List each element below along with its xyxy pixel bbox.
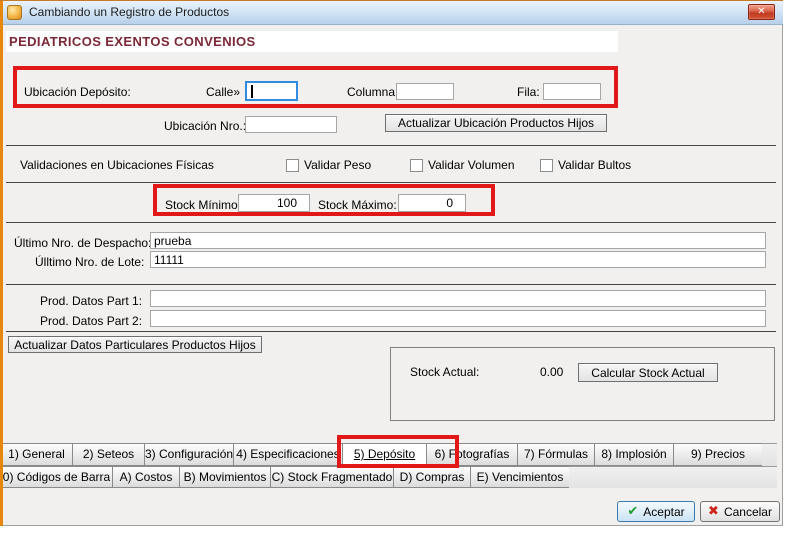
divider	[6, 331, 776, 332]
datos-part2-input[interactable]	[150, 310, 766, 327]
stock-maximo-label: Stock Máximo:	[318, 198, 397, 212]
columna-label: Columna:	[347, 85, 398, 99]
stock-minimo-label: Stock Mínimo:	[165, 198, 241, 212]
title-bar[interactable]: Cambiando un Registro de Productos	[0, 0, 783, 25]
product-name-field: PEDIATRICOS EXENTOS CONVENIOS	[6, 31, 618, 52]
validar-volumen-checkbox[interactable]	[410, 159, 423, 172]
divider	[6, 284, 776, 285]
tab-formulas[interactable]: 7) Fórmulas	[517, 443, 595, 466]
tab-implosion[interactable]: 8) Implosión	[594, 443, 674, 466]
tab-costos[interactable]: A) Costos	[112, 466, 180, 488]
lote-label: Úlltimo Nro. de Lote:	[35, 255, 144, 269]
window-edge-highlight	[0, 0, 3, 526]
cancelar-button[interactable]: ✖ Cancelar	[700, 501, 780, 522]
fila-label: Fila:	[517, 85, 540, 99]
tab-vencimientos[interactable]: E) Vencimientos	[470, 466, 570, 488]
product-name: PEDIATRICOS EXENTOS CONVENIOS	[6, 31, 618, 52]
validar-volumen-label: Validar Volumen	[428, 158, 515, 172]
aceptar-label: Aceptar	[643, 505, 684, 519]
despacho-label: Último Nro. de Despacho:	[14, 236, 151, 250]
validar-bultos-label: Validar Bultos	[558, 158, 631, 172]
lote-input[interactable]	[150, 251, 766, 268]
close-icon: ✕	[757, 6, 765, 17]
accept-check-icon: ✔	[627, 504, 638, 519]
actualizar-datos-button[interactable]: Actualizar Datos Particulares Productos …	[8, 336, 262, 353]
screen: Cambiando un Registro de Productos ✕ PED…	[0, 0, 797, 537]
tab-stock-fragmentado[interactable]: C) Stock Fragmentado	[270, 466, 394, 488]
tab-compras[interactable]: D) Compras	[393, 466, 471, 488]
cancel-x-icon: ✖	[708, 504, 719, 519]
tab-precios[interactable]: 9) Precios	[673, 443, 763, 466]
tab-codigos-de-barra[interactable]: 0) Códigos de Barra	[0, 466, 113, 488]
ubicacion-deposito-label: Ubicación Depósito:	[24, 85, 131, 99]
stock-actual-value: 0.00	[540, 365, 563, 379]
cancelar-label: Cancelar	[724, 505, 772, 519]
columna-input[interactable]	[396, 83, 454, 100]
ubicacion-nro-label: Ubicación Nro.:	[164, 119, 246, 133]
validar-bultos-checkbox[interactable]	[540, 159, 553, 172]
tab-deposito[interactable]: 5) Depósito	[342, 443, 427, 466]
calle-label: Calle»	[206, 85, 240, 99]
aceptar-button[interactable]: ✔ Aceptar	[617, 501, 695, 522]
calcular-stock-button[interactable]: Calcular Stock Actual	[578, 363, 718, 382]
close-button[interactable]: ✕	[748, 4, 775, 20]
tab-row-2: 0) Códigos de Barra A) Costos B) Movimie…	[0, 466, 777, 488]
validaciones-title: Validaciones en Ubicaciones Físicas	[20, 158, 214, 172]
tab-seteos[interactable]: 2) Seteos	[72, 443, 145, 466]
divider	[6, 222, 776, 223]
tab-fotografias[interactable]: 6) Fotografías	[426, 443, 518, 466]
actualizar-ubicacion-button[interactable]: Actualizar Ubicación Productos Hijos	[385, 114, 607, 132]
tab-especificaciones[interactable]: 4) Especificaciones	[233, 443, 343, 466]
text-caret	[251, 85, 253, 98]
window-top-border	[0, 0, 783, 1]
datos-part2-label: Prod. Datos Part 2:	[40, 314, 142, 328]
tab-strip-filler	[762, 443, 777, 466]
stock-actual-label: Stock Actual:	[410, 365, 479, 379]
validar-peso-checkbox[interactable]	[286, 159, 299, 172]
divider	[6, 145, 776, 146]
stock-actual-groupbox	[390, 347, 775, 421]
despacho-input[interactable]	[150, 232, 766, 249]
dialog-window: Cambiando un Registro de Productos ✕ PED…	[0, 0, 783, 526]
stock-maximo-input[interactable]	[398, 194, 466, 212]
app-icon	[7, 5, 22, 20]
tab-general[interactable]: 1) General	[0, 443, 73, 466]
validar-peso-label: Validar Peso	[304, 158, 371, 172]
datos-part1-input[interactable]	[150, 290, 766, 307]
datos-part1-label: Prod. Datos Part 1:	[40, 294, 142, 308]
tab-row-1: 1) General 2) Seteos 3) Configuración 4)…	[0, 443, 777, 466]
stock-minimo-input[interactable]	[238, 194, 310, 212]
tab-strip-filler	[569, 466, 777, 488]
fila-input[interactable]	[543, 83, 601, 100]
tab-movimientos[interactable]: B) Movimientos	[179, 466, 271, 488]
divider	[6, 182, 776, 183]
ubicacion-nro-input[interactable]	[245, 116, 337, 133]
tab-configuracion[interactable]: 3) Configuración	[144, 443, 234, 466]
window-title: Cambiando un Registro de Productos	[29, 5, 229, 19]
